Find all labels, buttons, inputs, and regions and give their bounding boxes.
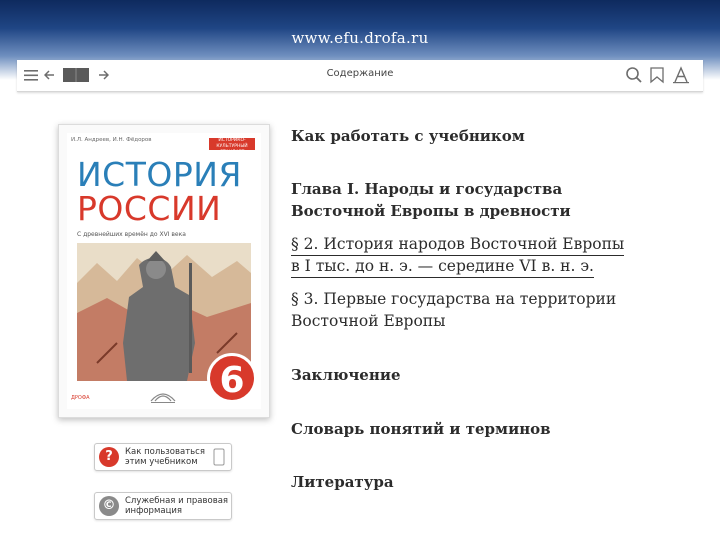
toc-section3-line2[interactable]: Восточной Европы [291,311,445,332]
toc-chapter1-line1[interactable]: Глава I. Народы и государства [291,179,562,200]
cover-title-line2: РОССИИ [77,189,222,228]
how-to-use-button[interactable]: ? Как пользоваться этим учебником [94,443,232,471]
cover-authors: И.Л. Андреев, И.Н. Фёдоров [71,137,152,143]
tablet-icon [213,448,225,466]
grade-badge: 6 [207,353,257,403]
toc-glossary[interactable]: Словарь понятий и терминов [291,419,551,440]
toc-conclusion[interactable]: Заключение [291,365,401,386]
font-size-icon[interactable] [672,66,690,84]
toc-section2-line2[interactable]: в I тыс. до н. э. — середине VI в. н. э. [291,256,594,278]
legal-info-button[interactable]: © Служебная и правовая информация [94,492,232,520]
cover-badge: ИСТОРИКО-КУЛЬТУРНЫЙ СТАНДАРТ [209,138,255,155]
book-cover[interactable]: И.Л. Андреев, И.Н. Фёдоров ИСТОРИКО-КУЛЬ… [58,124,270,418]
copyright-icon: © [99,496,119,516]
reader-toolbar: Содержание [17,60,703,92]
toc-how-to[interactable]: Как работать с учебником [291,126,525,147]
help-icon: ? [99,447,119,467]
toc-chapter1-line2[interactable]: Восточной Европы в древности [291,201,571,222]
cover-subtitle: С древнейших времён до XVI века [77,231,186,238]
toc-literature[interactable]: Литература [291,472,394,493]
toc-section3-line1[interactable]: § 3. Первые государства на территории [291,289,616,310]
imprint-logo-icon [150,393,176,403]
publisher-logo: ДРОФА [71,395,90,401]
how-to-use-label: Как пользоваться этим учебником [125,447,205,467]
toolbar-title: Содержание [326,68,394,79]
site-url: www.efu.drofa.ru [291,29,429,47]
search-icon[interactable] [625,66,643,84]
cover-page: И.Л. Андреев, И.Н. Фёдоров ИСТОРИКО-КУЛЬ… [67,133,261,409]
legal-info-label: Служебная и правовая информация [125,496,229,516]
bookmark-icon[interactable] [649,66,665,84]
toc-section2-line1[interactable]: § 2. История народов Восточной Европы [291,234,625,256]
